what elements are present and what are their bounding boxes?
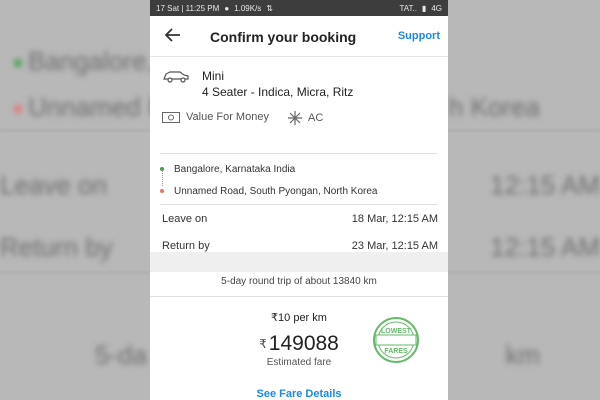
data-icon: ⇅: [266, 3, 273, 13]
feature-label: Value For Money: [186, 111, 269, 123]
car-details: Mini 4 Seater - Indica, Micra, Ritz Valu…: [160, 57, 438, 154]
back-arrow-icon[interactable]: [164, 26, 182, 44]
leave-on-value[interactable]: 18 Mar, 12:15 AM: [352, 213, 438, 225]
route-connector: [161, 170, 164, 186]
car-icon: [163, 71, 189, 83]
signal-icon: ▮: [421, 3, 427, 13]
whatsapp-icon: ●: [224, 3, 230, 13]
fare-value: 149088: [268, 332, 339, 355]
return-by-value[interactable]: 23 Mar, 12:15 AM: [352, 240, 438, 252]
divider: [150, 296, 448, 297]
network-speed: 1.09K/s: [234, 3, 262, 13]
see-fare-details-link[interactable]: See Fare Details: [150, 388, 448, 400]
page-title: Confirm your booking: [210, 29, 357, 45]
leave-on-label: Leave on: [162, 213, 208, 225]
app-bar: Confirm your booking Support: [150, 16, 448, 57]
carrier-name: TAT..: [399, 3, 417, 13]
stamp-bottom-text: FARES: [384, 348, 408, 355]
drop-dot-icon: [160, 189, 164, 193]
network-type: 4G: [431, 3, 442, 13]
stamp-top-text: LOWEST: [381, 328, 412, 335]
route-details: Bangalore, Karnataka India Unnamed Road,…: [160, 154, 438, 205]
pickup-location: Bangalore, Karnataka India: [174, 164, 296, 175]
status-time: 17 Sat | 11:25 PM: [156, 3, 220, 13]
car-category: Mini: [202, 69, 225, 83]
trip-summary: 5-day round trip of about 13840 km: [221, 276, 377, 287]
money-icon: [162, 111, 180, 123]
lowest-fares-stamp-icon: LOWEST FARES: [373, 317, 419, 363]
booking-screen: 17 Sat | 11:25 PM ● 1.09K/s ⇅ TAT.. ▮ 4G…: [150, 0, 448, 400]
feature-value-for-money: Value For Money: [162, 111, 269, 123]
feature-label: AC: [308, 112, 324, 124]
drop-location: Unnamed Road, South Pyongan, North Korea: [174, 186, 378, 197]
feature-ac: AC: [288, 111, 323, 125]
rupee-symbol: ₹: [259, 337, 267, 352]
leave-on-row: Leave on 18 Mar, 12:15 AM: [160, 205, 438, 232]
support-link[interactable]: Support: [398, 30, 440, 42]
return-by-label: Return by: [162, 240, 210, 252]
car-models: 4 Seater - Indica, Micra, Ritz: [202, 85, 354, 99]
section-divider: [150, 252, 448, 272]
snowflake-icon: [288, 111, 302, 125]
status-bar: 17 Sat | 11:25 PM ● 1.09K/s ⇅ TAT.. ▮ 4G: [150, 0, 448, 16]
